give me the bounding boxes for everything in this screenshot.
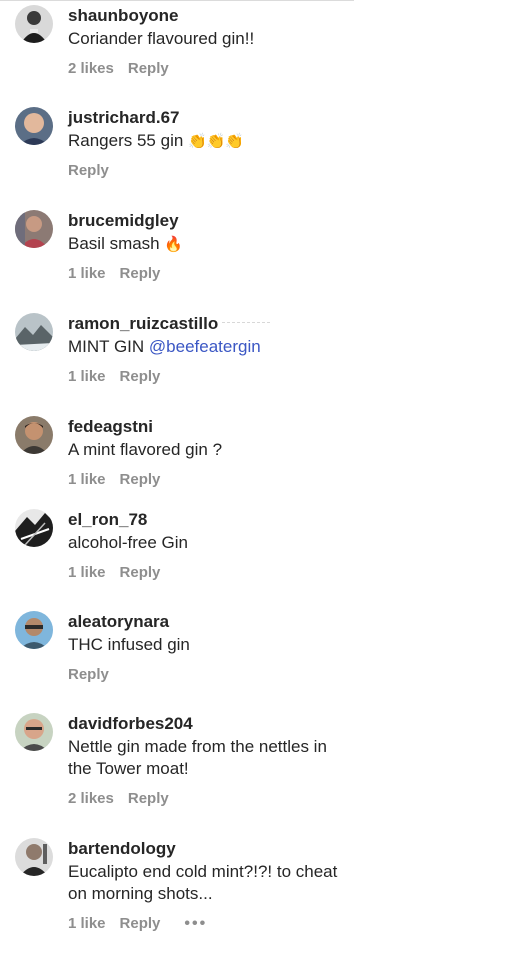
comment-text: Coriander flavoured gin!! [68, 29, 255, 48]
reply-button[interactable]: Reply [120, 265, 161, 282]
avatar[interactable] [15, 416, 53, 454]
comment-meta: 1 like Reply [68, 264, 368, 284]
comment-username[interactable]: bartendology [68, 838, 176, 860]
avatar[interactable] [15, 713, 53, 751]
comment-username[interactable]: shaunboyone [68, 5, 179, 27]
comment-text: Basil smash 🔥 [68, 234, 184, 253]
avatar[interactable] [15, 509, 53, 547]
comment-text-line: Nettle gin made from the nettles in [68, 737, 327, 756]
reply-button[interactable]: Reply [68, 162, 109, 179]
comment-meta: 1 like Reply [68, 470, 368, 490]
comment-username[interactable]: fedeagstni [68, 416, 153, 438]
likes-count[interactable]: 1 like [68, 471, 106, 488]
more-options-icon[interactable]: ••• [184, 915, 207, 932]
avatar[interactable] [15, 5, 53, 43]
likes-count[interactable]: 1 like [68, 265, 106, 282]
comment-meta: 2 likes Reply [68, 789, 368, 809]
comment-text: Nettle gin made from the nettles in the … [68, 736, 368, 780]
likes-count[interactable]: 2 likes [68, 790, 114, 807]
likes-count[interactable]: 1 like [68, 915, 106, 932]
avatar[interactable] [15, 313, 53, 351]
reply-button[interactable]: Reply [68, 666, 109, 683]
reply-button[interactable]: Reply [120, 471, 161, 488]
comment-username[interactable]: aleatorynara [68, 611, 169, 633]
reply-button[interactable]: Reply [128, 790, 169, 807]
comment-meta: Reply [68, 665, 368, 685]
reply-button[interactable]: Reply [120, 915, 161, 932]
comment-meta: Reply [68, 161, 368, 181]
comment-text: A mint flavored gin ? [68, 440, 223, 459]
faded-verified-marker [222, 322, 271, 327]
comment-text-line: Eucalipto end cold mint?!?! to cheat [68, 862, 338, 881]
comment-text: THC infused gin [68, 635, 190, 654]
comment-text-line: the Tower moat! [68, 759, 189, 778]
reply-button[interactable]: Reply [120, 368, 161, 385]
likes-count[interactable]: 2 likes [68, 60, 114, 77]
comment-username[interactable]: el_ron_78 [68, 509, 147, 531]
comment-text-line: on morning shots... [68, 884, 213, 903]
comment-text: Rangers 55 gin 👏👏👏 [68, 131, 245, 150]
comment-meta: 1 like Reply [68, 367, 368, 387]
avatar[interactable] [15, 210, 53, 248]
clap-emoji-icon: 👏👏👏 [188, 132, 245, 150]
comment-username[interactable]: brucemidgley [68, 210, 179, 232]
avatar[interactable] [15, 107, 53, 145]
comment-username[interactable]: justrichard.67 [68, 107, 180, 129]
likes-count[interactable]: 1 like [68, 368, 106, 385]
comment-text: MINT GIN @beefeatergin [68, 337, 261, 356]
comment-text: alcohol-free Gin [68, 533, 189, 552]
fire-emoji-icon: 🔥 [164, 235, 184, 253]
comment-meta: 1 like Reply [68, 563, 368, 583]
avatar[interactable] [15, 838, 53, 876]
comment-meta: 2 likes Reply [68, 59, 368, 79]
reply-button[interactable]: Reply [128, 60, 169, 77]
mention-link[interactable]: @beefeatergin [149, 337, 261, 356]
comment-username[interactable]: davidforbes204 [68, 713, 193, 735]
comment-meta: 1 like Reply ••• [68, 914, 368, 934]
reply-button[interactable]: Reply [120, 564, 161, 581]
comment-username-text[interactable]: ramon_ruizcastillo [68, 314, 218, 333]
comment-text: Eucalipto end cold mint?!?! to cheat on … [68, 861, 368, 905]
avatar[interactable] [15, 611, 53, 649]
comment-username: ramon_ruizcastillo [68, 313, 271, 335]
likes-count[interactable]: 1 like [68, 564, 106, 581]
top-divider [0, 0, 354, 1]
